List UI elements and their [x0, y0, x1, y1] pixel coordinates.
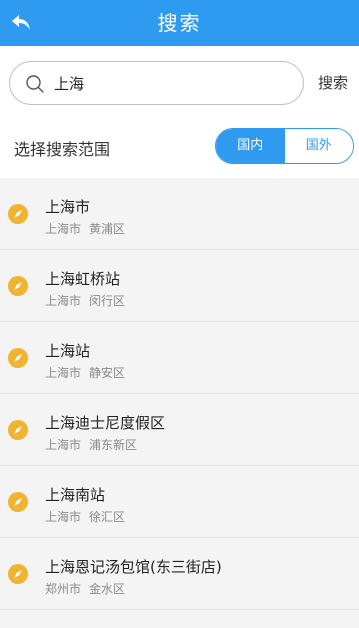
result-item[interactable]: 上海市 上海市 黄浦区: [0, 178, 359, 250]
result-address: 郑州市 金水区: [45, 580, 125, 597]
compass-icon: [8, 204, 28, 224]
result-city: 上海市: [45, 222, 82, 236]
result-name: 上海站: [45, 342, 91, 360]
compass-icon: [8, 276, 28, 296]
search-button[interactable]: 搜索: [318, 72, 348, 93]
result-city: 郑州市: [45, 582, 82, 596]
result-district: 金水区: [89, 582, 126, 596]
page-title: 搜索: [157, 11, 202, 35]
result-city: 上海市: [45, 366, 82, 380]
result-address: 上海市 徐汇区: [45, 508, 125, 525]
result-address: 上海市 静安区: [45, 364, 125, 381]
top-bar: 搜索: [0, 0, 359, 46]
search-row: 搜索: [0, 46, 359, 118]
result-name: 上海市: [45, 198, 91, 216]
result-address: 上海市 浦东新区: [45, 436, 137, 453]
result-district: 徐汇区: [89, 510, 126, 524]
result-name: 上海虹桥站: [45, 270, 121, 288]
result-item[interactable]: 上海站 上海市 静安区: [0, 322, 359, 394]
result-item[interactable]: 上海南站 上海市 徐汇区: [0, 466, 359, 538]
scope-option-overseas[interactable]: 国外: [284, 129, 353, 163]
compass-icon: [8, 420, 28, 440]
result-name: 上海迪士尼度假区: [45, 414, 166, 432]
scope-option-domestic[interactable]: 国内: [216, 129, 285, 163]
search-box[interactable]: [9, 61, 304, 105]
result-district: 黄浦区: [89, 222, 126, 236]
result-city: 上海市: [45, 510, 82, 524]
result-district: 浦东新区: [89, 438, 138, 452]
scope-label: 选择搜索范围: [14, 140, 111, 159]
compass-icon: [8, 492, 28, 512]
search-icon: [26, 75, 44, 93]
result-city: 上海市: [45, 294, 82, 308]
result-item[interactable]: 上海虹桥站 上海市 闵行区: [0, 250, 359, 322]
scope-toggle: 国内 国外: [215, 128, 354, 164]
result-name: 上海南站: [45, 486, 106, 504]
compass-icon: [8, 348, 28, 368]
result-item[interactable]: 上海迪士尼度假区 上海市 浦东新区: [0, 394, 359, 466]
result-address: 上海市 闵行区: [45, 292, 125, 309]
result-city: 上海市: [45, 438, 82, 452]
result-district: 闵行区: [89, 294, 126, 308]
search-input[interactable]: [54, 62, 294, 104]
result-district: 静安区: [89, 366, 126, 380]
compass-icon: [8, 564, 28, 584]
result-name: 上海恩记汤包馆(东三街店): [45, 558, 222, 576]
scope-row: 选择搜索范围 国内 国外: [0, 118, 359, 178]
results-list: 上海市 上海市 黄浦区 上海虹桥站 上海市 闵行区 上海站 上海市 静安区 上海迪士尼…: [0, 178, 359, 628]
result-item[interactable]: 上海恩记汤包馆(东三街店) 郑州市 金水区: [0, 538, 359, 610]
result-address: 上海市 黄浦区: [45, 220, 125, 237]
